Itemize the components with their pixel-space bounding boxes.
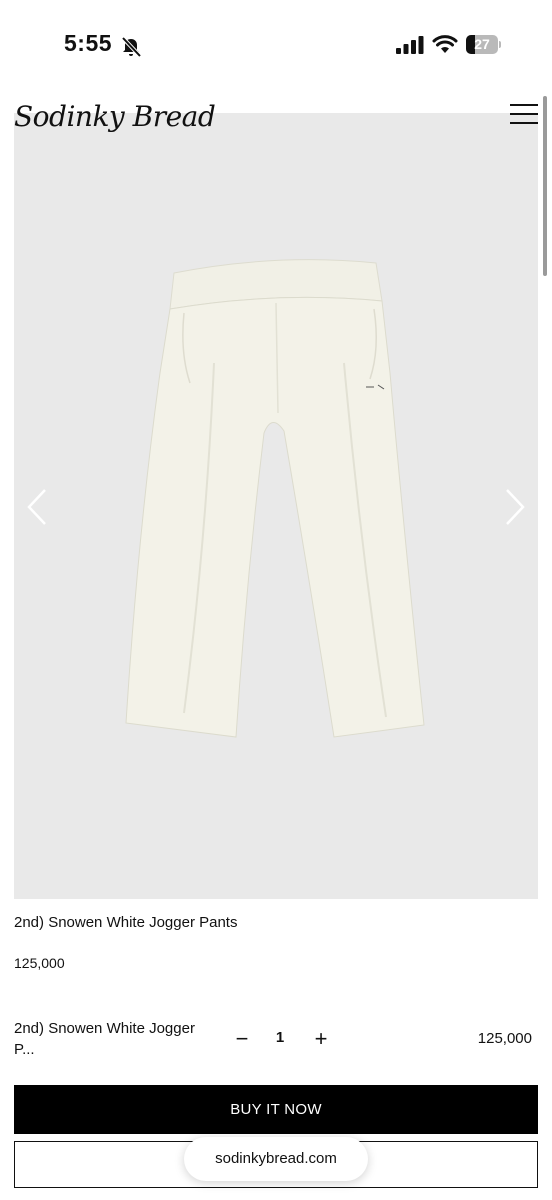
wifi-icon bbox=[432, 35, 458, 53]
product-price: 125,000 bbox=[14, 955, 65, 971]
browser-url-pill[interactable]: sodinkybread.com bbox=[184, 1137, 368, 1181]
quantity-increase-button[interactable]: + bbox=[310, 1028, 332, 1050]
quantity-value: 1 bbox=[275, 1029, 285, 1046]
cart-item-name: 2nd) Snowen White Jogger P... bbox=[14, 1018, 214, 1060]
bell-slash-icon bbox=[121, 36, 142, 58]
product-image[interactable] bbox=[14, 113, 538, 899]
status-bar: 5:55 27 bbox=[0, 0, 552, 92]
cart-item-name-line1: 2nd) Snowen White Jogger bbox=[14, 1020, 195, 1037]
battery-level-text: 27 bbox=[474, 36, 490, 52]
buy-it-now-button[interactable]: BUY IT NOW bbox=[14, 1085, 538, 1134]
cart-item-price: 125,000 bbox=[477, 1030, 532, 1047]
status-time: 5:55 bbox=[64, 30, 113, 56]
cart-item-name-line2: P... bbox=[14, 1041, 35, 1058]
hamburger-menu-icon[interactable] bbox=[510, 104, 538, 124]
brand-logo[interactable]: Sodinky Bread bbox=[14, 100, 216, 133]
page-scrollbar[interactable] bbox=[543, 96, 547, 276]
chevron-right-icon[interactable] bbox=[504, 488, 526, 526]
battery-icon: 27 bbox=[466, 35, 501, 54]
cellular-signal-icon bbox=[396, 36, 424, 54]
product-photo bbox=[125, 259, 425, 738]
chevron-left-icon[interactable] bbox=[26, 488, 48, 526]
quantity-decrease-button[interactable]: − bbox=[232, 1028, 252, 1050]
product-title: 2nd) Snowen White Jogger Pants bbox=[14, 914, 238, 931]
